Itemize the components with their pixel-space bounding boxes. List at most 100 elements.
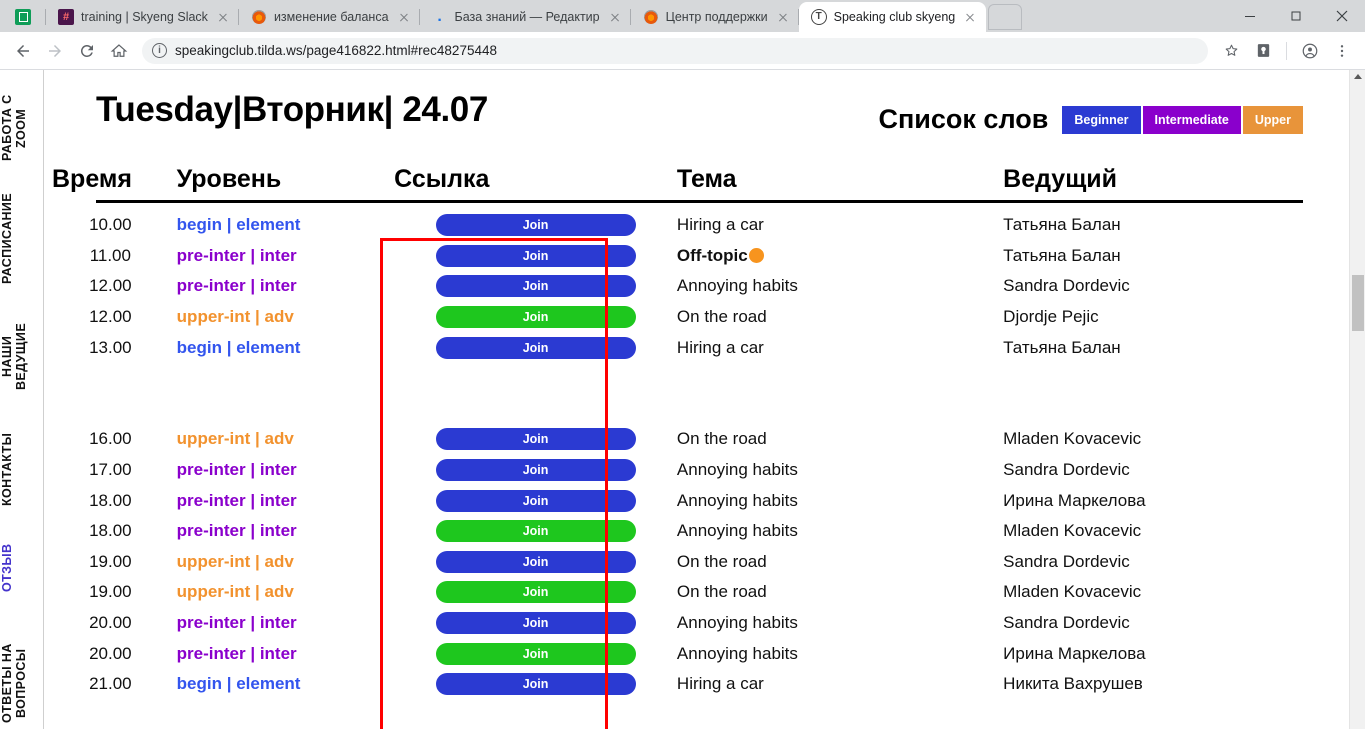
- schedule-row: [44, 363, 1349, 394]
- schedule-row: [44, 394, 1349, 425]
- browser-tab-title: Центр поддержки: [665, 10, 768, 24]
- sidebar-item-3[interactable]: НАШИ ВЕДУЩИЕ: [0, 300, 44, 412]
- row-time: 13.00: [89, 337, 132, 357]
- schedule-row: 10.00 begin | element Join Hiring a car Тать…: [44, 210, 1349, 241]
- row-host: [1003, 394, 1349, 425]
- sidebar-item-5[interactable]: ОТЗЫВ: [0, 525, 44, 611]
- minimize-button[interactable]: [1227, 0, 1273, 32]
- join-button[interactable]: Join: [435, 520, 636, 543]
- star-icon[interactable]: [1216, 36, 1246, 66]
- site-info-icon[interactable]: i: [152, 43, 167, 58]
- join-button[interactable]: Join: [435, 612, 636, 635]
- schedule-row: 13.00 begin | element Join Hiring a car Тать…: [44, 332, 1349, 363]
- wordlist-level-button-3[interactable]: Upper: [1242, 105, 1303, 134]
- join-button[interactable]: Join: [435, 275, 636, 298]
- close-button[interactable]: [1319, 0, 1365, 32]
- profile-avatar-icon[interactable]: [1295, 36, 1325, 66]
- close-tab-icon[interactable]: [775, 9, 791, 25]
- close-tab-icon[interactable]: [962, 9, 978, 25]
- schedule-row: 17.00 pre-inter | inter Join Annoying habit…: [44, 455, 1349, 486]
- row-level: pre-inter | inter: [176, 643, 297, 663]
- page-title: Tuesday|Вторник| 24.07: [96, 90, 488, 129]
- browser-tab-4[interactable]: Центр поддержки: [630, 2, 799, 32]
- sidebar-item-label: КОНТАКТЫ: [0, 432, 14, 506]
- browser-tab-3[interactable]: . База знаний — Редактир: [419, 2, 631, 32]
- join-button[interactable]: Join: [435, 336, 636, 359]
- three-dot-menu-icon[interactable]: [1327, 36, 1357, 66]
- join-button[interactable]: Join: [435, 581, 636, 604]
- join-button[interactable]: Join: [435, 550, 636, 573]
- row-link-cell: Join: [394, 669, 677, 700]
- address-bar[interactable]: i speakingclub.tilda.ws/page416822.html#…: [142, 37, 1208, 64]
- sidebar-item-label: РАБОТА С ZOOM: [0, 94, 28, 162]
- schedule-row: 21.00 begin | element Join Hiring a car Ники…: [44, 669, 1349, 700]
- reload-icon[interactable]: [72, 36, 102, 66]
- join-button[interactable]: Join: [435, 489, 636, 512]
- row-topic: On the road: [677, 577, 1003, 608]
- row-level: upper-int | adv: [176, 582, 294, 602]
- row-topic: Annoying habits: [677, 516, 1003, 547]
- row-topic: On the road: [677, 302, 1003, 333]
- row-link-cell: Join: [394, 638, 677, 669]
- browser-tab-2[interactable]: изменение баланса: [238, 2, 420, 32]
- schedule-row: 18.00 pre-inter | inter Join Annoying habit…: [44, 485, 1349, 516]
- close-tab-icon[interactable]: [396, 9, 412, 25]
- row-host: Ирина Маркелова: [1003, 643, 1146, 663]
- row-topic-text: On the road: [676, 429, 767, 449]
- vertical-scrollbar[interactable]: [1349, 70, 1365, 729]
- wordlist-level-button-2[interactable]: Intermediate: [1142, 105, 1241, 134]
- back-arrow-icon[interactable]: [8, 36, 38, 66]
- row-time: 20.00: [89, 643, 132, 663]
- browser-tab-0[interactable]: [0, 2, 46, 32]
- row-topic-text: Annoying habits: [676, 490, 798, 510]
- slack-icon: [58, 9, 74, 25]
- sidebar-item-6[interactable]: ОТВЕТЫ НА ВОПРОСЫ: [0, 625, 44, 729]
- row-topic: Hiring a car: [677, 332, 1003, 363]
- join-button[interactable]: Join: [435, 459, 636, 482]
- column-header-topic: Тема: [676, 165, 737, 193]
- header-underline: [96, 200, 1303, 203]
- close-tab-icon[interactable]: [607, 9, 623, 25]
- tilda-icon: T: [810, 9, 827, 25]
- row-level: pre-inter | inter: [176, 613, 297, 633]
- sidebar-item-1[interactable]: РАБОТА С ZOOM: [0, 80, 44, 176]
- sidebar-item-2[interactable]: РАСПИСАНИЕ: [0, 180, 44, 296]
- row-time: 11.00: [89, 245, 131, 265]
- schedule-body-table: 10.00 begin | element Join Hiring a car Тать…: [44, 210, 1349, 700]
- new-tab-button[interactable]: [988, 4, 1023, 30]
- row-host: Sandra Dordevic: [1003, 276, 1130, 296]
- firefox-icon: [643, 9, 659, 25]
- join-button[interactable]: Join: [435, 214, 636, 237]
- row-host: Татьяна Балан: [1003, 245, 1121, 265]
- tab-strip: training | Skyeng Slack изменение баланса…: [0, 0, 1365, 32]
- scrollbar-thumb[interactable]: [1352, 275, 1364, 331]
- row-topic-text: On the road: [676, 551, 767, 571]
- browser-tab-1[interactable]: training | Skyeng Slack: [46, 2, 239, 32]
- join-button[interactable]: Join: [435, 428, 636, 451]
- row-host: Татьяна Балан: [1003, 337, 1121, 357]
- sidebar-item-label: ОТЗЫВ: [0, 543, 14, 593]
- row-level: begin | element: [176, 337, 301, 357]
- row-link-cell: Join: [394, 241, 677, 272]
- browser-tab-5[interactable]: T Speaking club skyeng: [798, 2, 987, 32]
- forward-arrow-icon[interactable]: [40, 36, 70, 66]
- row-link-cell: Join: [394, 577, 677, 608]
- row-level: pre-inter | inter: [176, 460, 297, 480]
- close-tab-icon[interactable]: [215, 9, 231, 25]
- wordlist-level-button-1[interactable]: Beginner: [1062, 105, 1141, 134]
- join-button[interactable]: Join: [435, 244, 636, 267]
- row-topic: Hiring a car: [677, 669, 1003, 700]
- sidebar-item-4[interactable]: КОНТАКТЫ: [0, 415, 44, 523]
- home-icon[interactable]: [104, 36, 134, 66]
- browser-tab-title: training | Skyeng Slack: [81, 10, 208, 24]
- row-topic-text: Hiring a car: [676, 215, 764, 235]
- join-button[interactable]: Join: [435, 673, 636, 696]
- maximize-button[interactable]: [1273, 0, 1319, 32]
- row-link-cell: Join: [394, 485, 677, 516]
- join-button[interactable]: Join: [435, 306, 636, 329]
- scroll-up-arrow-icon[interactable]: [1354, 74, 1362, 79]
- row-host: Djordje Pejic: [1003, 307, 1099, 327]
- extension-icon[interactable]: [1248, 36, 1278, 66]
- column-header-host: Ведущий: [1003, 165, 1118, 193]
- join-button[interactable]: Join: [435, 642, 636, 665]
